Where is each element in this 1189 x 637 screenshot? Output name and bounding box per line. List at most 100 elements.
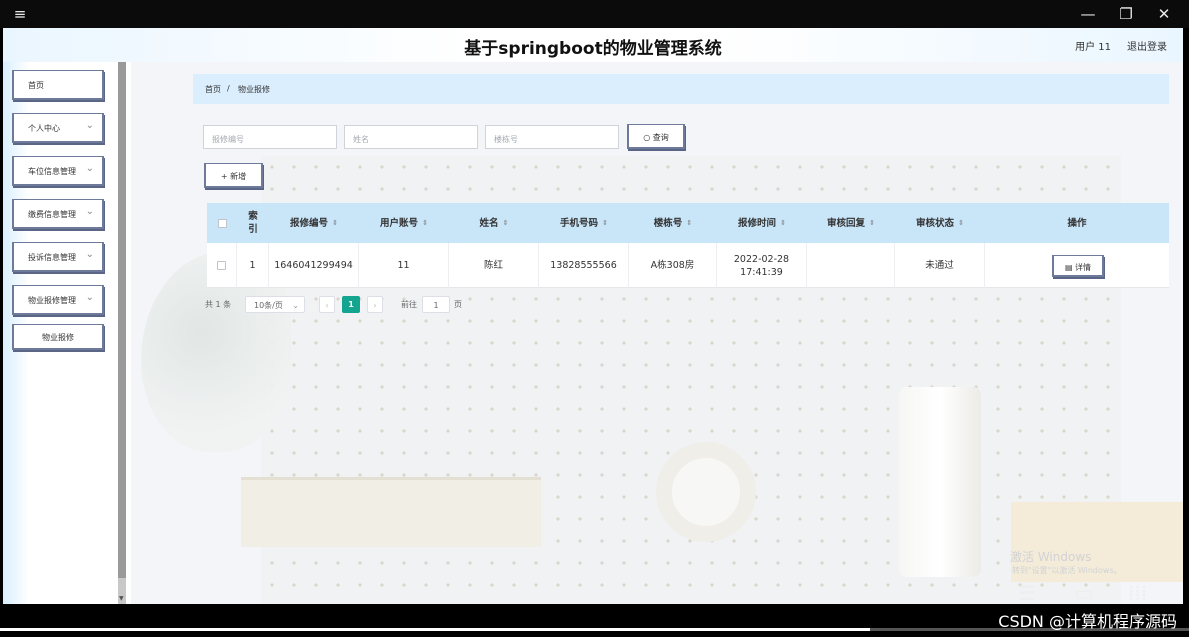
next-page-button[interactable]: › [367, 296, 383, 313]
detail-button[interactable]: ▤ 详情 [1052, 254, 1104, 277]
col-status[interactable]: 审核状态 ⇕ [895, 203, 985, 243]
main-content: 首页 / 物业报修 报修编号 姓名 楼栋号 ○ 查询 + 新增 索引 报修编号 ⇕… [131, 62, 1183, 604]
query-button[interactable]: ○ 查询 [627, 124, 685, 149]
col-time[interactable]: 报修时间 ⇕ [717, 203, 807, 243]
sidebar-scrollbar-thumb[interactable] [118, 62, 126, 578]
app-header: 基于springboot的物业管理系统 用户 11 退出登录 [3, 28, 1183, 62]
breadcrumb-separator: / [227, 84, 230, 93]
building-input[interactable]: 楼栋号 [485, 125, 619, 149]
sidebar-item-parking[interactable]: 车位信息管理 ⌄ [12, 156, 104, 186]
goto-label: 前往 [401, 300, 417, 309]
windows-watermark-title: 激活 Windows [1010, 550, 1092, 564]
scroll-down-arrow-icon[interactable]: ▼ [119, 595, 124, 602]
cell-reply [807, 243, 895, 288]
sort-icon: ⇕ [780, 218, 786, 227]
col-repair-no[interactable]: 报修编号 ⇕ [269, 203, 359, 243]
sidebar-item-label: 投诉信息管理 [28, 253, 76, 262]
sidebar-item-home[interactable]: 首页 [12, 70, 104, 100]
sort-icon: ⇕ [332, 218, 338, 227]
hamburger-icon[interactable]: ≡ [8, 4, 32, 24]
cell-time: 2022-02-28 17:41:39 [717, 243, 807, 288]
repair-no-input[interactable]: 报修编号 [203, 125, 337, 149]
comment-icon[interactable]: ▭ [1074, 581, 1093, 605]
current-page[interactable]: 1 [342, 296, 360, 313]
background-ring [656, 442, 756, 542]
cell-name: 陈红 [449, 243, 539, 288]
goto-page-input[interactable]: 1 [422, 296, 450, 313]
restore-icon[interactable]: ❐ [1114, 4, 1138, 24]
sidebar-item-complaint[interactable]: 投诉信息管理 ⌄ [12, 242, 104, 272]
col-account[interactable]: 用户账号 ⇕ [359, 203, 449, 243]
sidebar-subitem-label: 物业报修 [42, 333, 74, 342]
breadcrumb: 首页 / 物业报修 [193, 74, 1169, 104]
select-all-checkbox[interactable] [207, 203, 237, 243]
sidebar-item-label: 车位信息管理 [28, 167, 76, 176]
video-timestamp: 03:53 [30, 584, 91, 606]
repair-table: 索引 报修编号 ⇕ 用户账号 ⇕ 姓名 ⇕ 手机号码 ⇕ 楼栋号 ⇕ 报修时间 ⇕ 审核回复… [207, 203, 1169, 288]
sort-icon: ⇕ [502, 218, 509, 227]
page-title: 基于springboot的物业管理系统 [464, 39, 722, 59]
breadcrumb-home[interactable]: 首页 [205, 84, 221, 95]
sort-icon: ⇕ [602, 218, 608, 227]
sidebar-subitem-repair[interactable]: 物业报修 [12, 324, 104, 350]
cell-account: 11 [359, 243, 449, 288]
sort-icon: ⇕ [869, 218, 875, 227]
playlist-icon[interactable]: ☰ [1018, 581, 1036, 605]
grid-icon[interactable]: ⁞⁞⁞ [1128, 581, 1147, 605]
sort-icon: ⇕ [686, 218, 693, 227]
name-input[interactable]: 姓名 [344, 125, 478, 149]
sort-icon: ⇕ [958, 218, 964, 227]
col-name[interactable]: 姓名 ⇕ [449, 203, 539, 243]
chevron-down-icon: ⌄ [85, 163, 94, 174]
sidebar-item-label: 个人中心 [28, 124, 60, 133]
document-icon: ▤ [1064, 262, 1076, 272]
sidebar-item-profile[interactable]: 个人中心 ⌄ [12, 113, 104, 143]
search-icon: ○ [643, 133, 653, 142]
sidebar-item-payment[interactable]: 缴费信息管理 ⌄ [12, 199, 104, 229]
col-action: 操作 [1067, 217, 1087, 229]
windows-watermark-subtitle: 转到"设置"以激活 Windows。 [1012, 566, 1122, 575]
background-tray [241, 477, 541, 547]
cell-action: ▤ 详情 [985, 243, 1169, 288]
chevron-down-icon: ⌄ [85, 206, 94, 217]
chevron-down-icon: ⌄ [85, 249, 94, 260]
page-unit-label: 页 [454, 300, 462, 309]
csdn-credit: CSDN @计算机程序源码 [998, 612, 1177, 631]
cell-phone: 13828555566 [539, 243, 629, 288]
sidebar-item-label: 缴费信息管理 [28, 210, 76, 219]
cell-building: A栋308房 [629, 243, 717, 288]
pagination-total: 共 1 条 [205, 300, 232, 309]
cell-index: 1 [237, 243, 269, 288]
close-icon[interactable]: ✕ [1152, 4, 1176, 24]
video-progress-bar[interactable] [0, 628, 870, 631]
breadcrumb-current: 物业报修 [238, 85, 270, 94]
sidebar: 首页 个人中心 ⌄ 车位信息管理 ⌄ 缴费信息管理 ⌄ 投诉信息管理 ⌄ 物业报… [3, 62, 131, 604]
background-cylinder [899, 387, 981, 577]
chevron-down-icon: ⌄ [85, 292, 94, 303]
col-phone[interactable]: 手机号码 ⇕ [539, 203, 629, 243]
col-building[interactable]: 楼栋号 ⇕ [629, 203, 717, 243]
add-button[interactable]: + 新增 [204, 163, 263, 188]
page-size-select[interactable]: 10条/页 ⌄ [245, 296, 305, 313]
sidebar-item-repair[interactable]: 物业报修管理 ⌄ [12, 285, 104, 315]
prev-page-button[interactable]: ‹ [319, 296, 335, 313]
app-window: 基于springboot的物业管理系统 用户 11 退出登录 首页 个人中心 ⌄… [3, 28, 1183, 604]
cell-status: 未通过 [895, 243, 985, 288]
col-index: 索引 [248, 211, 258, 235]
row-checkbox[interactable] [207, 243, 237, 288]
table-row: 1 1646041299494 11 陈红 13828555566 A栋308房… [207, 243, 1169, 288]
cell-repair-no: 1646041299494 [269, 243, 359, 288]
minimize-icon[interactable]: — [1076, 4, 1100, 24]
current-user: 用户 11 [1075, 42, 1111, 53]
chevron-down-icon: ⌄ [292, 301, 299, 310]
col-reply[interactable]: 审核回复 ⇕ [807, 203, 895, 243]
sort-icon: ⇕ [422, 218, 428, 227]
table-header: 索引 报修编号 ⇕ 用户账号 ⇕ 姓名 ⇕ 手机号码 ⇕ 楼栋号 ⇕ 报修时间 ⇕ 审核回复… [207, 203, 1169, 243]
window-titlebar: ≡ — ❐ ✕ [0, 0, 1189, 28]
logout-link[interactable]: 退出登录 [1127, 38, 1167, 53]
pagination: 共 1 条 10条/页 ⌄ ‹ 1 › 前往 1 页 [205, 296, 605, 314]
chevron-down-icon: ⌄ [85, 120, 94, 131]
sidebar-item-label: 首页 [28, 81, 44, 90]
plus-icon: + [220, 172, 231, 181]
sidebar-item-label: 物业报修管理 [28, 296, 76, 305]
